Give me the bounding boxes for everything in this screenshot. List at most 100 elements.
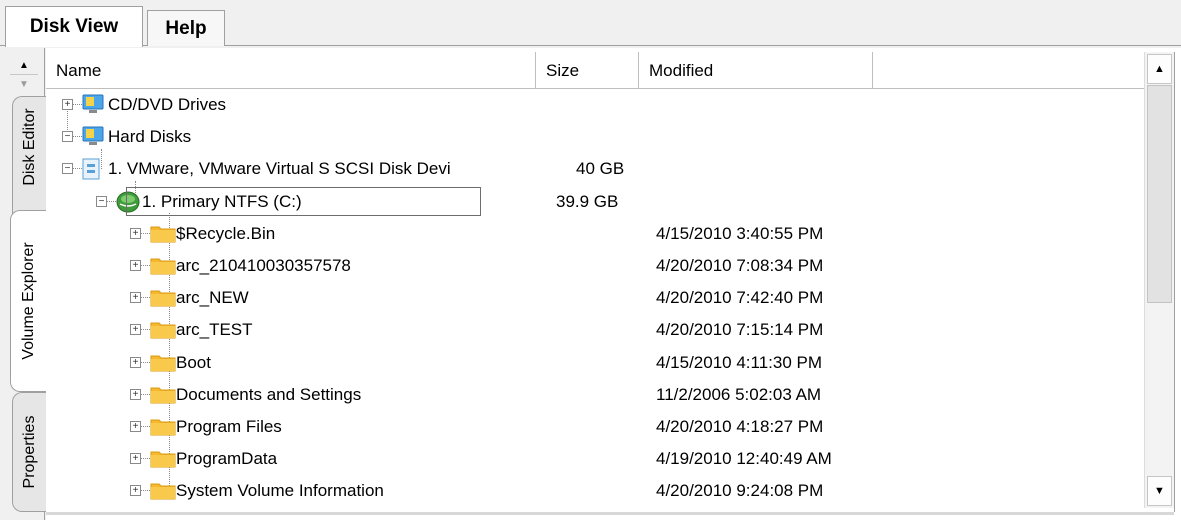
scrollbar-thumb[interactable] bbox=[1147, 85, 1172, 303]
tree-row[interactable]: + $Recycle.Bin 4/15/2010 3:40:55 PM bbox=[46, 218, 1144, 250]
modified-cell: 4/20/2010 9:24:08 PM bbox=[656, 481, 824, 501]
modified-cell: 4/20/2010 4:18:27 PM bbox=[656, 417, 824, 436]
tree-row[interactable]: + arc_TEST 4/20/2010 7:15:14 PM bbox=[46, 314, 1144, 346]
side-scroll-up-icon[interactable]: ▲ bbox=[10, 56, 38, 74]
folder-icon bbox=[150, 223, 176, 243]
expand-icon[interactable]: + bbox=[130, 421, 141, 432]
side-tab-scroller: ▲ ▼ bbox=[10, 56, 38, 96]
tree-item-label: arc_210410030357578 bbox=[176, 256, 351, 275]
tree-list: + CD/DVD Drives − Hard Disks − 1. VMware, VMw… bbox=[46, 89, 1144, 509]
collapse-icon[interactable]: − bbox=[96, 195, 107, 207]
disk-icon bbox=[82, 158, 104, 180]
tree-row[interactable]: + Boot 4/15/2010 4:11:30 PM bbox=[46, 347, 1144, 379]
modified-cell: 4/20/2010 7:08:34 PM bbox=[656, 256, 824, 275]
tree-connector bbox=[141, 458, 150, 460]
column-header-filler bbox=[873, 52, 1144, 88]
tree-item-label: System Volume Information bbox=[176, 481, 384, 501]
tab-label: Help bbox=[165, 17, 207, 39]
selection-focus-box bbox=[126, 186, 481, 216]
folder-icon bbox=[150, 319, 176, 339]
tree-connector bbox=[141, 232, 150, 234]
tree-connector bbox=[141, 329, 150, 331]
tree-item-label: Boot bbox=[176, 352, 211, 372]
column-header-modified[interactable]: Modified bbox=[639, 52, 873, 88]
side-tab-strip: ▲ ▼ Disk Editor Volume Explorer Properti… bbox=[0, 48, 46, 520]
panel-right-edge bbox=[1174, 52, 1175, 512]
expand-icon[interactable]: + bbox=[130, 260, 141, 271]
list-header: Name Size Modified bbox=[46, 52, 1144, 89]
modified-cell: 4/19/2010 12:40:49 AM bbox=[656, 449, 832, 469]
monitor-icon bbox=[82, 94, 104, 114]
modified-cell: 4/20/2010 7:15:14 PM bbox=[656, 320, 824, 340]
folder-icon bbox=[150, 448, 176, 468]
tab-disk-view[interactable]: Disk View bbox=[5, 6, 143, 47]
tree-connector bbox=[141, 426, 150, 427]
side-tab-properties[interactable]: Properties bbox=[12, 392, 46, 512]
tree-row[interactable]: + System Volume Information 4/20/2010 9:24… bbox=[46, 475, 1144, 507]
column-label: Modified bbox=[649, 61, 714, 80]
expand-icon[interactable]: + bbox=[130, 453, 141, 465]
modified-cell: 4/15/2010 4:11:30 PM bbox=[656, 352, 823, 372]
tree-item-label: Hard Disks bbox=[108, 127, 192, 147]
column-header-name[interactable]: Name bbox=[46, 52, 536, 88]
expand-icon[interactable]: + bbox=[62, 99, 73, 110]
tree-connector bbox=[141, 297, 150, 299]
column-header-size[interactable]: Size bbox=[536, 52, 639, 88]
tree-item-label: Program Files bbox=[176, 417, 282, 436]
tree-item-label: arc_TEST bbox=[176, 320, 253, 340]
tree-item-label: $Recycle.Bin bbox=[176, 223, 276, 243]
expand-icon[interactable]: + bbox=[130, 227, 141, 239]
expand-icon[interactable]: + bbox=[130, 356, 141, 368]
tree-row[interactable]: + arc_210410030357578 4/20/2010 7:08:34 PM bbox=[46, 250, 1144, 282]
tree-row[interactable]: − Hard Disks bbox=[46, 121, 1144, 153]
tree-connector bbox=[73, 136, 82, 138]
tree-row[interactable]: + ProgramData 4/19/2010 12:40:49 AM bbox=[46, 443, 1144, 475]
tree-connector bbox=[141, 361, 150, 363]
tree-item-label: CD/DVD Drives bbox=[108, 95, 227, 114]
side-tab-label: Volume Explorer bbox=[19, 242, 37, 360]
tree-row[interactable]: −1. Primary NTFS (C:) 39.9 GB bbox=[46, 186, 1144, 218]
column-label: Name bbox=[56, 61, 102, 80]
tree-row[interactable]: + arc_NEW 4/20/2010 7:42:40 PM bbox=[46, 282, 1144, 314]
expand-icon[interactable]: + bbox=[130, 292, 141, 304]
tree-connector bbox=[73, 104, 82, 105]
tree-row[interactable]: − 1. VMware, VMware Virtual S SCSI Disk D… bbox=[46, 153, 1144, 185]
top-tab-strip: Disk View Help bbox=[0, 0, 1181, 48]
tree-item-label: ProgramData bbox=[176, 449, 278, 469]
tree-item-label: 1. VMware, VMware Virtual S SCSI Disk De… bbox=[108, 159, 451, 179]
panel-bottom-edge bbox=[46, 512, 1174, 515]
size-cell: 39.9 GB bbox=[556, 191, 619, 211]
vertical-scrollbar[interactable]: ▲ ▼ bbox=[1144, 52, 1174, 508]
tree-connector bbox=[141, 490, 150, 492]
tree-row[interactable]: + Documents and Settings 11/2/2006 5:02:03… bbox=[46, 379, 1144, 411]
collapse-icon[interactable]: − bbox=[62, 163, 73, 175]
side-tab-volume-explorer[interactable]: Volume Explorer bbox=[10, 210, 46, 392]
tree-row[interactable]: + Program Files 4/20/2010 4:18:27 PM bbox=[46, 411, 1144, 443]
side-scroll-down-icon[interactable]: ▼ bbox=[10, 74, 38, 93]
folder-icon bbox=[150, 255, 176, 275]
arrow-up-icon[interactable]: ▲ bbox=[1147, 54, 1172, 84]
tree-connector bbox=[73, 168, 82, 170]
modified-cell: 4/20/2010 7:42:40 PM bbox=[656, 288, 824, 308]
folder-icon bbox=[150, 480, 176, 500]
folder-icon bbox=[150, 416, 176, 436]
expand-icon[interactable]: + bbox=[130, 485, 141, 497]
tree-item-label: arc_NEW bbox=[176, 288, 249, 308]
tree-connector bbox=[107, 200, 116, 202]
tree-item-label: Documents and Settings bbox=[176, 384, 362, 404]
modified-cell: 11/2/2006 5:02:03 AM bbox=[656, 384, 822, 404]
modified-cell: 4/15/2010 3:40:55 PM bbox=[656, 223, 824, 243]
monitor-icon bbox=[82, 126, 104, 146]
tab-help[interactable]: Help bbox=[147, 10, 225, 46]
folder-icon bbox=[150, 384, 176, 404]
collapse-icon[interactable]: − bbox=[62, 131, 73, 143]
tree-connector bbox=[141, 393, 150, 395]
tree-row[interactable]: + CD/DVD Drives bbox=[46, 89, 1144, 121]
expand-icon[interactable]: + bbox=[130, 324, 141, 336]
arrow-down-icon[interactable]: ▼ bbox=[1147, 476, 1172, 506]
column-label: Size bbox=[546, 61, 580, 80]
side-tab-label: Disk Editor bbox=[20, 108, 38, 186]
side-tab-label: Properties bbox=[20, 415, 38, 489]
tab-label: Disk View bbox=[29, 16, 119, 37]
expand-icon[interactable]: + bbox=[130, 388, 141, 400]
